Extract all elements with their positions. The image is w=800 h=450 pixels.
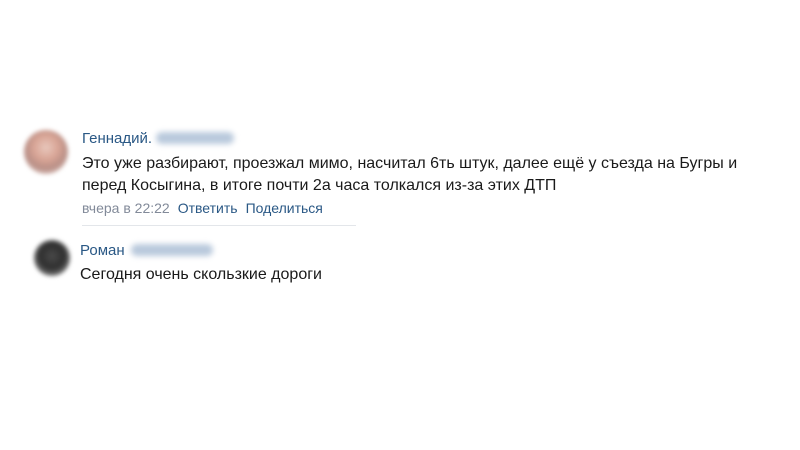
comment-text: Сегодня очень скользкие дороги	[80, 264, 780, 286]
comment-item: Роман Сегодня очень скользкие дороги	[0, 232, 800, 292]
author-name[interactable]: Роман	[80, 242, 125, 259]
author-initial[interactable]: .	[148, 130, 152, 147]
comment-text-line: Сегодня очень скользкие дороги	[80, 266, 322, 283]
author-surname-blurred	[130, 244, 213, 256]
comment-text-line: Это уже разбирают, проезжал мимо, насчит…	[82, 155, 738, 172]
author-surname-blurred	[156, 132, 235, 144]
reply-link[interactable]: Ответить	[178, 200, 238, 216]
comment-divider	[82, 225, 356, 226]
comment-text-line: перед Косыгина, в итоге почти 2а часа то…	[82, 177, 557, 194]
comment-text: Это уже разбирают, проезжал мимо, насчит…	[82, 153, 782, 197]
comment-meta: вчера в 22:22 Ответить Поделиться	[82, 199, 323, 217]
comment-timestamp[interactable]: вчера в 22:22	[82, 200, 170, 216]
avatar[interactable]	[34, 240, 70, 276]
author-name[interactable]: Геннадий	[82, 130, 148, 147]
comment-author-row: Геннадий.	[82, 130, 235, 148]
share-link[interactable]: Поделиться	[246, 200, 323, 216]
comment-item: Геннадий. Это уже разбирают, проезжал ми…	[0, 120, 800, 225]
comment-author-row: Роман	[80, 242, 213, 260]
avatar[interactable]	[24, 130, 68, 174]
